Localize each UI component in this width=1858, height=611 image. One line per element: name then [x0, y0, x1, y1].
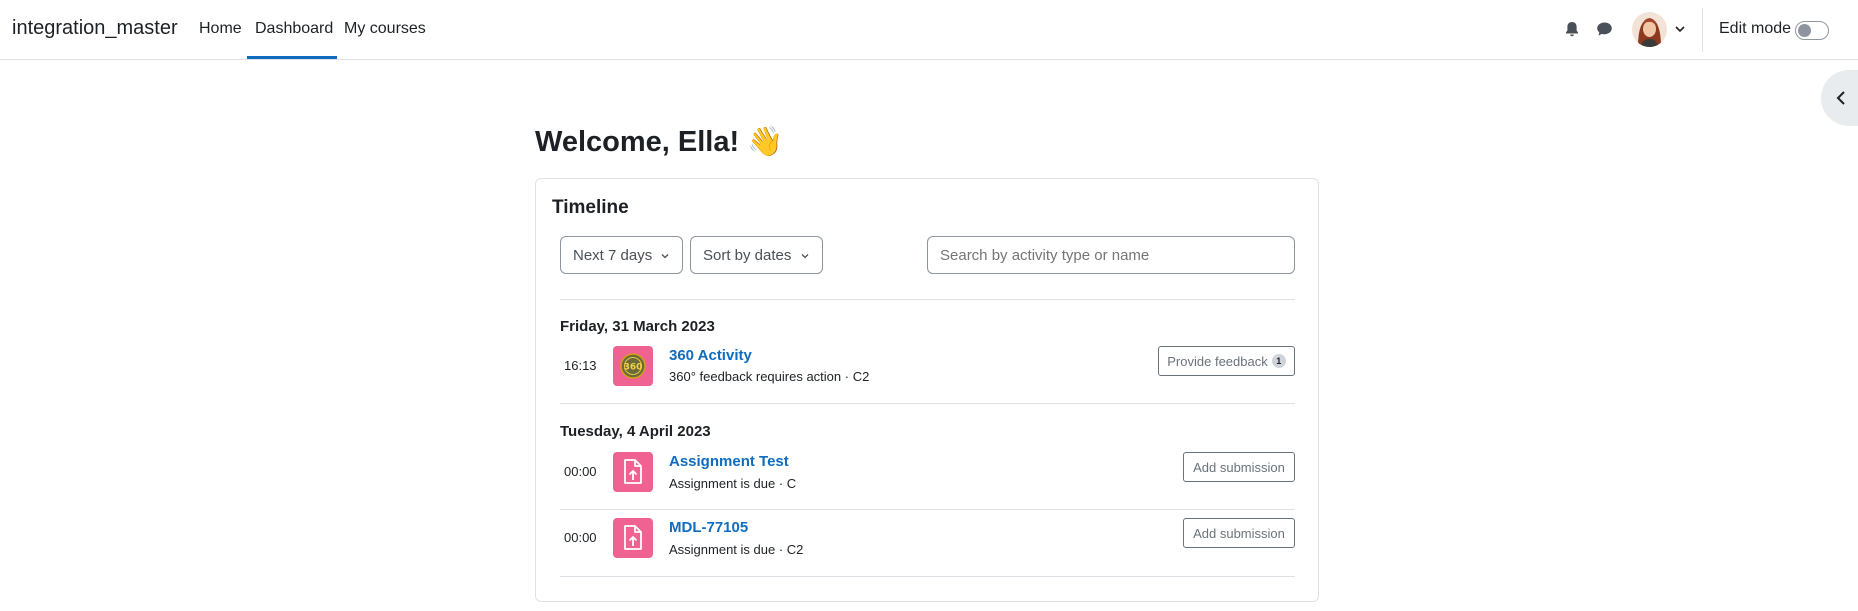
add-submission-button[interactable]: Add submission — [1183, 518, 1295, 548]
nav-home-link[interactable]: Home — [199, 20, 242, 38]
chevron-down-icon — [661, 254, 669, 259]
count-badge: 1 — [1271, 354, 1286, 368]
day-filter-dropdown[interactable]: Next 7 days — [560, 236, 683, 274]
user-avatar[interactable] — [1632, 12, 1667, 47]
divider — [560, 403, 1295, 404]
event-time: 00:00 — [564, 530, 597, 545]
active-nav-indicator — [247, 56, 337, 59]
svg-text:360: 360 — [624, 363, 643, 373]
assignment-upload-icon — [613, 452, 653, 492]
provide-feedback-label: Provide feedback — [1167, 353, 1268, 369]
activity-link[interactable]: 360 Activity — [669, 347, 752, 364]
360-feedback-icon: 360 — [613, 346, 653, 386]
add-submission-button[interactable]: Add submission — [1183, 452, 1295, 482]
event-time: 16:13 — [564, 358, 597, 373]
timeline-search-input[interactable] — [927, 236, 1295, 274]
provide-feedback-button[interactable]: Provide feedback 1 — [1158, 346, 1295, 376]
date-heading: Friday, 31 March 2023 — [560, 318, 715, 335]
divider — [560, 576, 1295, 577]
open-block-drawer-button[interactable] — [1821, 70, 1858, 126]
divider — [560, 299, 1295, 300]
day-filter-label: Next 7 days — [573, 246, 653, 264]
page-title: Welcome, Ella! 👋 — [535, 126, 784, 158]
assignment-upload-icon — [613, 518, 653, 558]
edit-mode-toggle[interactable] — [1795, 21, 1829, 40]
user-menu-chevron-down-icon[interactable] — [1673, 22, 1687, 36]
top-navbar: integration_master Home Dashboard My cou… — [0, 0, 1858, 60]
divider — [560, 509, 1295, 510]
edit-mode-label: Edit mode — [1719, 20, 1792, 37]
nav-dashboard-link[interactable]: Dashboard — [255, 20, 333, 38]
sort-label: Sort by dates — [703, 246, 792, 264]
activity-link[interactable]: Assignment Test — [669, 453, 789, 470]
chevron-left-icon — [1836, 91, 1845, 105]
activity-description: Assignment is due · C2 — [669, 542, 804, 557]
navbar-divider — [1702, 8, 1703, 52]
activity-description: 360° feedback requires action · C2 — [669, 369, 870, 384]
sort-dropdown[interactable]: Sort by dates — [690, 236, 823, 274]
activity-link[interactable]: MDL-77105 — [669, 519, 748, 536]
timeline-block: Timeline Next 7 days Sort by dates Frida… — [535, 178, 1319, 602]
timeline-title: Timeline — [552, 197, 629, 218]
chevron-down-icon — [801, 254, 809, 259]
nav-my-courses-link[interactable]: My courses — [344, 20, 426, 38]
notifications-bell-icon[interactable] — [1561, 18, 1583, 40]
activity-description: Assignment is due · C — [669, 476, 797, 491]
messages-chat-icon[interactable] — [1593, 18, 1615, 40]
event-time: 00:00 — [564, 464, 597, 479]
edit-mode-toggle-knob — [1798, 24, 1811, 37]
site-brand[interactable]: integration_master — [12, 17, 178, 40]
date-heading: Tuesday, 4 April 2023 — [560, 423, 711, 440]
